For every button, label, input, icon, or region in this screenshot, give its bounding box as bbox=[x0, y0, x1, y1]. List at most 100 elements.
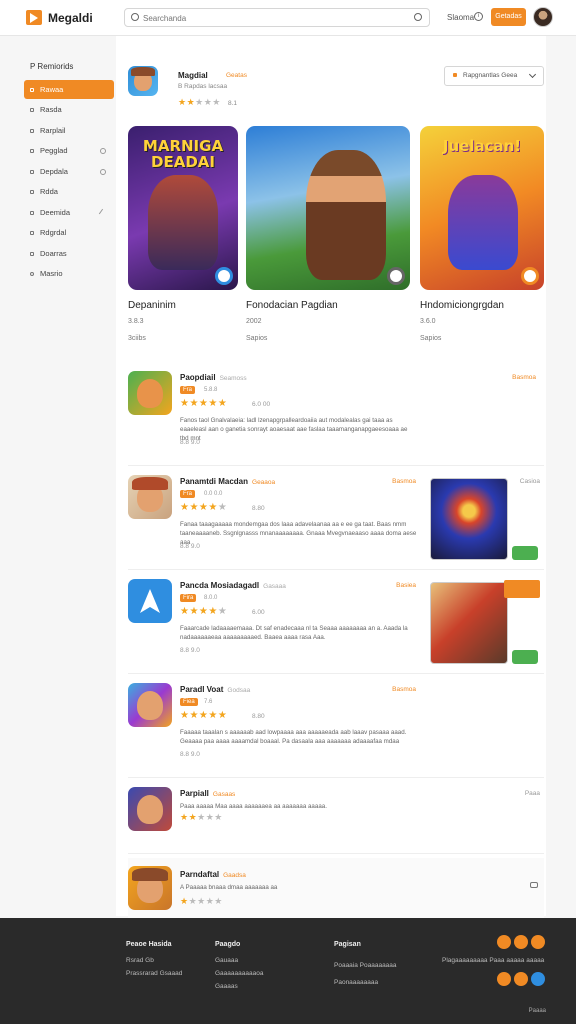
search-icon bbox=[131, 13, 139, 21]
sidebar-item-6[interactable]: Deemida bbox=[24, 203, 114, 224]
screenshot-thumbnail[interactable] bbox=[430, 582, 508, 664]
logo-icon[interactable] bbox=[26, 10, 42, 25]
star-rating: ★★★★★ bbox=[180, 398, 228, 409]
row-meta: 8.8 9.0 bbox=[180, 543, 200, 550]
sidebar-item-label: Pegglad bbox=[40, 146, 68, 155]
youtube-icon[interactable] bbox=[497, 972, 511, 986]
sidebar-item-1[interactable]: Rasda bbox=[24, 100, 114, 121]
thumbnail-caption: Casioa bbox=[519, 478, 540, 485]
footer-column: Pagisan Poaaaia Poaaaaaaaa Paonaaaaaaaa bbox=[334, 938, 397, 989]
sidebar-item-2[interactable]: Rarplail bbox=[24, 121, 114, 142]
row-action[interactable]: Basmoa bbox=[512, 374, 536, 381]
instagram-icon[interactable] bbox=[531, 935, 545, 949]
app-icon[interactable] bbox=[128, 371, 172, 415]
rss-icon[interactable] bbox=[514, 972, 528, 986]
sidebar-item-label: Depdala bbox=[40, 166, 68, 176]
list-item[interactable]: Paradl Voat Godsaa Basmoa Fiea 7.6 ★★★★★ … bbox=[128, 674, 544, 778]
game-art: Juelacan! bbox=[420, 126, 544, 290]
sidebar-item-0[interactable]: Rawaa bbox=[24, 80, 114, 99]
header-link[interactable]: Slaoma bbox=[447, 13, 474, 22]
footer-column: Paagdo Gauaaa Gaaaaaaaaaaoa Gaaaas bbox=[215, 938, 263, 993]
app-icon[interactable] bbox=[128, 579, 172, 623]
facebook-icon[interactable] bbox=[497, 935, 511, 949]
share-icon[interactable] bbox=[531, 972, 545, 986]
sidebar-item-5[interactable]: Rdda bbox=[24, 182, 114, 203]
game-card[interactable]: Fonodacian Pagdian 2002 Sapios bbox=[246, 126, 410, 342]
app-icon[interactable] bbox=[128, 683, 172, 727]
install-button[interactable] bbox=[512, 546, 538, 560]
chevron-down-icon bbox=[528, 70, 537, 79]
card-title: Fonodacian Pagdian bbox=[246, 300, 338, 311]
row-action[interactable]: Basmoa bbox=[392, 686, 416, 693]
top-header: Megaldi Slaoma i Getadas bbox=[0, 0, 576, 36]
install-button[interactable] bbox=[512, 650, 538, 664]
plus-icon bbox=[100, 148, 106, 154]
footer-link[interactable]: Gaaaaaaaaaaoa bbox=[215, 967, 263, 980]
info-icon[interactable]: i bbox=[474, 12, 483, 21]
version-text: 0.0 0.0 bbox=[204, 491, 223, 497]
sidebar-item-7[interactable]: Rdgrdal bbox=[24, 223, 114, 244]
sidebar-item-label: Rdgrdal bbox=[40, 228, 67, 237]
app-name: Panamtdi Macdan Geaaoa bbox=[180, 477, 275, 486]
sidebar-item-label: Deemida bbox=[40, 207, 71, 217]
app-icon[interactable] bbox=[128, 475, 172, 519]
row-action[interactable]: Basiea bbox=[396, 582, 416, 589]
star-rating: ★★★★★ bbox=[178, 97, 221, 107]
twitter-icon[interactable] bbox=[514, 935, 528, 949]
footer-link[interactable]: Rsrad Gb bbox=[126, 954, 182, 967]
featured-subtitle: B Rapdas lacsaa bbox=[178, 83, 228, 90]
search-bar[interactable] bbox=[124, 8, 430, 27]
sidebar-item-label: Masrio bbox=[40, 269, 63, 278]
main-content: Magdial Geatas B Rapdas lacsaa ★★★★★ 8.1… bbox=[116, 36, 546, 918]
featured-tag: Geatas bbox=[226, 72, 247, 79]
footer-link[interactable]: Gaaaas bbox=[215, 980, 263, 993]
star-logo-icon bbox=[140, 589, 160, 613]
nav-icon bbox=[30, 231, 34, 235]
pin-icon bbox=[98, 208, 108, 217]
row-meta: 8.8 9.0 bbox=[180, 439, 200, 446]
app-name: Parpiall Gasaas bbox=[180, 789, 235, 798]
app-category: Godsaa bbox=[227, 687, 251, 694]
star-rating: ★★★★★ bbox=[180, 710, 228, 721]
list-item[interactable]: Pancda Mosiadagadl Gasaaa Basiea Fira 8.0… bbox=[128, 570, 544, 674]
footer-link[interactable]: Gauaaa bbox=[215, 954, 263, 967]
footer-link[interactable]: Poaaaia Poaaaaaaaa bbox=[334, 959, 397, 972]
user-avatar[interactable] bbox=[533, 7, 553, 27]
app-description: Faaaaa taaalan s aaaaaab aad lowpaaaa aa… bbox=[180, 729, 407, 745]
app-description: Fanos taol Gnalvalaeia: ladl lzenapgrpal… bbox=[180, 417, 408, 442]
app-description: Paaa aaaaa Maa aaaa aaaaaaea aa aaaaaaa … bbox=[180, 803, 327, 810]
sidebar-item-4[interactable]: Depdala bbox=[24, 162, 114, 183]
header-action-button[interactable]: Getadas bbox=[491, 8, 526, 26]
search-input[interactable] bbox=[143, 11, 403, 25]
featured-app-icon[interactable] bbox=[128, 66, 158, 96]
link-icon[interactable] bbox=[530, 882, 538, 888]
screenshot-thumbnail[interactable] bbox=[430, 478, 508, 560]
game-card[interactable]: MARNIGA DEADAI Depaninim 3.8.3 3ciibs bbox=[128, 126, 238, 342]
row-action[interactable]: Basmoa bbox=[392, 478, 416, 485]
rating-value: 6.00 bbox=[252, 609, 265, 616]
app-name: Paopdiail Seamoss bbox=[180, 373, 247, 382]
game-card[interactable]: Juelacan! Hndomiciongrgdan 3.6.0 Sapios bbox=[420, 126, 544, 342]
sidebar-item-8[interactable]: Doarras bbox=[24, 244, 114, 265]
platform-badge-icon bbox=[387, 267, 405, 285]
sort-dropdown[interactable]: Rapgnantlas Geea bbox=[444, 66, 544, 86]
footer-link[interactable]: Paonaaaaaaaa bbox=[334, 976, 397, 989]
search-submit-icon[interactable] bbox=[414, 13, 422, 21]
nav-icon bbox=[30, 88, 34, 92]
app-icon[interactable] bbox=[128, 866, 172, 910]
card-title: Depaninim bbox=[128, 300, 176, 311]
row-meta: 8.8 9.0 bbox=[180, 751, 200, 758]
footer-link[interactable]: Prassrarad Gsaaad bbox=[126, 967, 182, 980]
row-action[interactable]: Paaa bbox=[525, 790, 540, 797]
cowboy-hat bbox=[131, 67, 155, 77]
list-item[interactable]: Panamtdi Macdan Geaaoa Basmoa Fra 0.0 0.0… bbox=[128, 466, 544, 570]
sidebar-item-9[interactable]: Masrio bbox=[24, 264, 114, 285]
list-item[interactable]: Parpiall Gasaas Paaa Paaa aaaaa Maa aaaa … bbox=[128, 778, 544, 854]
list-item[interactable]: Paopdiail Seamoss Basmoa Fra 5.8.8 ★★★★★ … bbox=[128, 362, 544, 466]
card-size: Sapios bbox=[420, 335, 442, 342]
app-icon[interactable] bbox=[128, 787, 172, 831]
featured-app[interactable]: Magdial Geatas B Rapdas lacsaa ★★★★★ 8.1… bbox=[128, 66, 544, 116]
list-item[interactable]: Parndaftal Gaadsa A Paaaaa bnaaa dmaa aaa… bbox=[128, 858, 544, 918]
sidebar-item-3[interactable]: Pegglad bbox=[24, 141, 114, 162]
brand-name[interactable]: Megaldi bbox=[48, 11, 93, 25]
